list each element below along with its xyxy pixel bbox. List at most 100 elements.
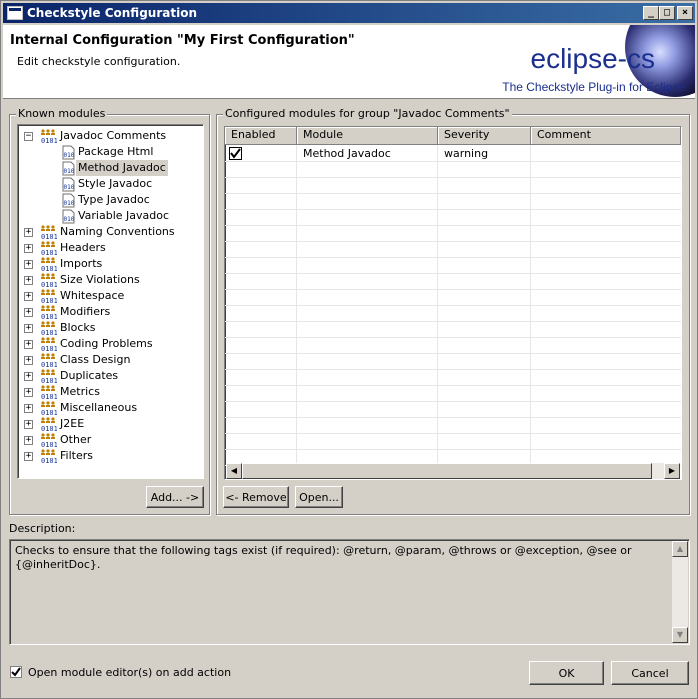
minimize-button[interactable]: _ bbox=[643, 6, 659, 20]
expand-icon[interactable]: + bbox=[24, 388, 33, 397]
expand-icon[interactable]: + bbox=[24, 372, 33, 381]
tree-leaf-label: Variable Javadoc bbox=[78, 209, 170, 222]
module-group-icon: 0101 bbox=[40, 129, 58, 145]
configured-modules-label: Configured modules for group "Javadoc Co… bbox=[223, 107, 512, 120]
svg-text:0101: 0101 bbox=[41, 361, 57, 368]
grid-line bbox=[225, 225, 681, 226]
close-button[interactable]: × bbox=[677, 6, 693, 20]
tree-node-label: J2EE bbox=[60, 417, 85, 430]
open-module-button[interactable]: Open... bbox=[295, 486, 343, 508]
collapse-icon[interactable]: − bbox=[24, 132, 33, 141]
svg-text:0101: 0101 bbox=[41, 249, 57, 256]
expand-icon[interactable]: + bbox=[24, 404, 33, 413]
tree-node[interactable]: +0101 Whitespace bbox=[18, 288, 203, 305]
description-scrollbar[interactable]: ▲ ▼ bbox=[672, 541, 688, 643]
tree-node[interactable]: +0101 Modifiers bbox=[18, 304, 203, 321]
expand-icon[interactable]: + bbox=[24, 436, 33, 445]
tree-node[interactable]: +0101 J2EE bbox=[18, 416, 203, 433]
module-file-icon: 010 bbox=[62, 161, 75, 176]
description-text: Checks to ensure that the following tags… bbox=[15, 544, 632, 571]
tree-node[interactable]: +0101 Other bbox=[18, 432, 203, 449]
tree-node-label: Other bbox=[60, 433, 92, 446]
tree-node[interactable]: +0101 Metrics bbox=[18, 384, 203, 401]
grid-line bbox=[225, 321, 681, 322]
tree-node-label: Duplicates bbox=[60, 369, 119, 382]
scroll-up-button[interactable]: ▲ bbox=[672, 541, 688, 557]
checkmark-icon bbox=[230, 148, 241, 159]
grid-line bbox=[225, 385, 681, 386]
scroll-down-button[interactable]: ▼ bbox=[672, 627, 688, 643]
tree-node[interactable]: +0101 Filters bbox=[18, 448, 203, 465]
tree-node[interactable]: +0101 Blocks bbox=[18, 320, 203, 337]
column-header[interactable]: Module bbox=[297, 127, 438, 145]
column-header[interactable]: Severity bbox=[438, 127, 531, 145]
expand-icon[interactable]: + bbox=[24, 244, 33, 253]
tree-node-label: Size Violations bbox=[60, 273, 140, 286]
scrollbar-thumb[interactable] bbox=[242, 463, 652, 479]
grid-line bbox=[225, 449, 681, 450]
expand-icon[interactable]: + bbox=[24, 260, 33, 269]
tree-node[interactable]: +0101 Class Design bbox=[18, 352, 203, 369]
svg-text:0101: 0101 bbox=[41, 329, 57, 336]
logo-tagline: The Checkstyle Plug-in for Eclipse bbox=[502, 80, 685, 94]
expand-icon[interactable]: + bbox=[24, 356, 33, 365]
tree-node-label: Whitespace bbox=[60, 289, 125, 302]
tree-node[interactable]: +0101 Headers bbox=[18, 240, 203, 257]
grid-line bbox=[225, 209, 681, 210]
tree-node[interactable]: +0101 Size Violations bbox=[18, 272, 203, 289]
module-file-icon: 010 bbox=[62, 209, 75, 224]
module-group-icon: 0101 bbox=[40, 353, 58, 369]
table-horizontal-scrollbar[interactable]: ◀ ▶ bbox=[226, 463, 680, 479]
grid-line bbox=[225, 177, 681, 178]
module-group-icon: 0101 bbox=[40, 241, 58, 257]
module-group-icon: 0101 bbox=[40, 289, 58, 305]
svg-text:0101: 0101 bbox=[41, 233, 57, 240]
grid-line bbox=[225, 241, 681, 242]
expand-icon[interactable]: + bbox=[24, 292, 33, 301]
tree-node[interactable]: +0101 Coding Problems bbox=[18, 336, 203, 353]
tree-leaf[interactable]: 010 Package Html bbox=[18, 144, 203, 160]
table-row[interactable]: Method Javadoc warning bbox=[225, 146, 681, 162]
tree-leaf[interactable]: 010 Variable Javadoc bbox=[18, 208, 203, 224]
tree-node-label: Metrics bbox=[60, 385, 100, 398]
expand-icon[interactable]: + bbox=[24, 452, 33, 461]
scroll-right-button[interactable]: ▶ bbox=[664, 463, 680, 479]
tree-node[interactable]: +0101 Duplicates bbox=[18, 368, 203, 385]
svg-text:010: 010 bbox=[64, 184, 75, 191]
svg-text:0101: 0101 bbox=[41, 393, 57, 400]
tree-node[interactable]: − 0101 Javadoc Comments bbox=[18, 128, 203, 145]
open-editor-checkbox[interactable] bbox=[10, 666, 22, 678]
tree-node-label: Blocks bbox=[60, 321, 96, 334]
tree-node[interactable]: +0101 Naming Conventions bbox=[18, 224, 203, 241]
tree-leaf-label: Type Javadoc bbox=[78, 193, 150, 206]
tree-leaf[interactable]: 010 Method Javadoc bbox=[18, 160, 203, 176]
remove-module-button[interactable]: <- Remove bbox=[223, 486, 289, 508]
expand-icon[interactable]: + bbox=[24, 340, 33, 349]
ok-button[interactable]: OK bbox=[529, 661, 604, 685]
enabled-checkbox[interactable] bbox=[229, 147, 242, 160]
configured-modules-table[interactable]: Enabled Module Severity Comment Method Javad… bbox=[224, 126, 682, 480]
tree-node[interactable]: +0101 Miscellaneous bbox=[18, 400, 203, 417]
expand-icon[interactable]: + bbox=[24, 308, 33, 317]
tree-node-label: Modifiers bbox=[60, 305, 111, 318]
scroll-left-button[interactable]: ◀ bbox=[226, 463, 242, 479]
svg-text:0101: 0101 bbox=[41, 281, 57, 288]
severity-cell: warning bbox=[444, 147, 489, 160]
title-bar[interactable]: Checkstyle Configuration _ □ × bbox=[3, 3, 695, 23]
column-header[interactable]: Comment bbox=[531, 127, 681, 145]
add-module-button[interactable]: Add... -> bbox=[146, 486, 204, 508]
column-header[interactable]: Enabled bbox=[225, 127, 297, 145]
tree-leaf[interactable]: 010 Style Javadoc bbox=[18, 176, 203, 192]
expand-icon[interactable]: + bbox=[24, 276, 33, 285]
module-group-icon: 0101 bbox=[40, 449, 58, 465]
expand-icon[interactable]: + bbox=[24, 324, 33, 333]
maximize-button[interactable]: □ bbox=[659, 6, 675, 20]
svg-text:0101: 0101 bbox=[41, 425, 57, 432]
expand-icon[interactable]: + bbox=[24, 228, 33, 237]
svg-text:010: 010 bbox=[64, 200, 75, 207]
tree-leaf[interactable]: 010 Type Javadoc bbox=[18, 192, 203, 208]
expand-icon[interactable]: + bbox=[24, 420, 33, 429]
tree-node[interactable]: +0101 Imports bbox=[18, 256, 203, 273]
known-modules-tree[interactable]: −0101 Javadoc Comments 010 Package Html 010 M… bbox=[17, 124, 204, 479]
cancel-button[interactable]: Cancel bbox=[611, 661, 689, 685]
